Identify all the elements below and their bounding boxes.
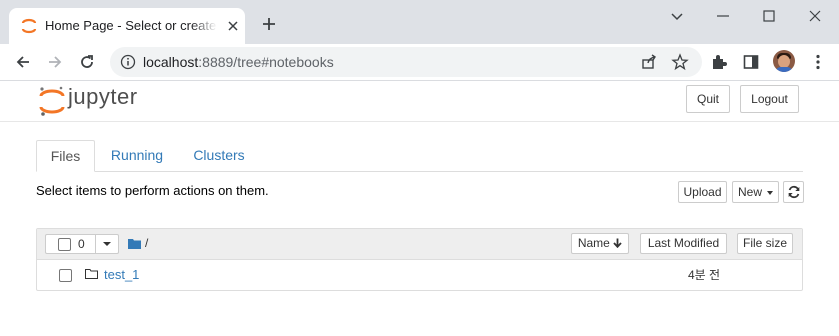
tab-title: Home Page - Select or create a notebook bbox=[45, 18, 217, 33]
upload-button[interactable]: Upload bbox=[678, 181, 727, 203]
jupyter-header: jupyter Quit Logout bbox=[0, 81, 839, 122]
arrow-down-icon bbox=[613, 238, 622, 249]
selected-count: 0 bbox=[78, 237, 85, 251]
sort-name-label: Name bbox=[577, 236, 610, 250]
extensions-icon[interactable] bbox=[710, 53, 728, 71]
tab-running[interactable]: Running bbox=[104, 140, 170, 171]
minimize-icon[interactable] bbox=[715, 8, 731, 24]
logout-button[interactable]: Logout bbox=[740, 85, 799, 113]
select-all-group[interactable]: 0 bbox=[45, 234, 119, 254]
url-host: localhost bbox=[143, 54, 199, 70]
select-all-checkbox[interactable] bbox=[58, 238, 71, 251]
new-button-label: New bbox=[738, 185, 763, 199]
share-icon[interactable] bbox=[640, 53, 658, 71]
caret-down-icon bbox=[103, 242, 111, 246]
item-name-link[interactable]: test_1 bbox=[104, 267, 139, 282]
breadcrumb[interactable]: / bbox=[145, 236, 148, 250]
avatar-shirt bbox=[775, 67, 793, 72]
refresh-button[interactable] bbox=[783, 181, 804, 203]
browser-toolbar: localhost:8889/tree#notebooks bbox=[0, 44, 839, 81]
list-item[interactable]: test_1 4분 전 bbox=[37, 260, 802, 290]
address-bar[interactable]: localhost:8889/tree#notebooks bbox=[110, 47, 702, 77]
sort-last-modified-button[interactable]: Last Modified bbox=[640, 233, 727, 254]
selection-hint: Select items to perform actions on them. bbox=[36, 183, 269, 198]
folder-icon bbox=[85, 269, 98, 279]
forward-arrow-icon[interactable] bbox=[46, 53, 64, 71]
tab-clusters[interactable]: Clusters bbox=[184, 140, 254, 171]
notebook-tabs: Files Running Clusters bbox=[36, 140, 803, 172]
tab-search-icon[interactable] bbox=[669, 8, 685, 24]
refresh-icon bbox=[788, 185, 800, 199]
new-button[interactable]: New bbox=[732, 181, 779, 203]
bookmark-star-icon[interactable] bbox=[671, 53, 689, 71]
notebook-list: 0 / Name Last Modified File size test_1 … bbox=[36, 228, 803, 291]
maximize-icon[interactable] bbox=[761, 8, 777, 24]
item-checkbox[interactable] bbox=[59, 269, 72, 282]
browser-menu-icon[interactable] bbox=[809, 53, 827, 71]
browser-titlebar: Home Page - Select or create a notebook bbox=[0, 0, 839, 44]
browser-tab[interactable]: Home Page - Select or create a notebook bbox=[9, 8, 245, 44]
list-header: 0 / Name Last Modified File size bbox=[37, 229, 802, 260]
folder-filled-icon[interactable] bbox=[128, 238, 141, 249]
url-text: localhost:8889/tree#notebooks bbox=[143, 54, 334, 70]
site-info-icon[interactable] bbox=[120, 54, 136, 70]
back-arrow-icon[interactable] bbox=[14, 53, 32, 71]
new-tab-icon[interactable] bbox=[261, 16, 277, 32]
sort-name-button[interactable]: Name bbox=[571, 233, 629, 254]
jupyter-logo-text: jupyter bbox=[68, 84, 138, 109]
url-path: :8889/tree#notebooks bbox=[198, 54, 334, 70]
quit-button[interactable]: Quit bbox=[686, 85, 730, 113]
chevron-down-icon bbox=[767, 191, 773, 195]
jupyter-favicon-icon bbox=[21, 18, 37, 34]
tab-files[interactable]: Files bbox=[36, 140, 95, 172]
reload-icon[interactable] bbox=[78, 53, 96, 71]
sort-file-size-button[interactable]: File size bbox=[737, 233, 793, 254]
side-panel-icon[interactable] bbox=[742, 53, 760, 71]
select-dropdown-button[interactable] bbox=[95, 235, 119, 253]
tab-close-icon[interactable] bbox=[225, 18, 241, 34]
profile-avatar[interactable] bbox=[773, 50, 795, 72]
item-modified: 4분 전 bbox=[688, 268, 721, 282]
close-window-icon[interactable] bbox=[807, 8, 823, 24]
